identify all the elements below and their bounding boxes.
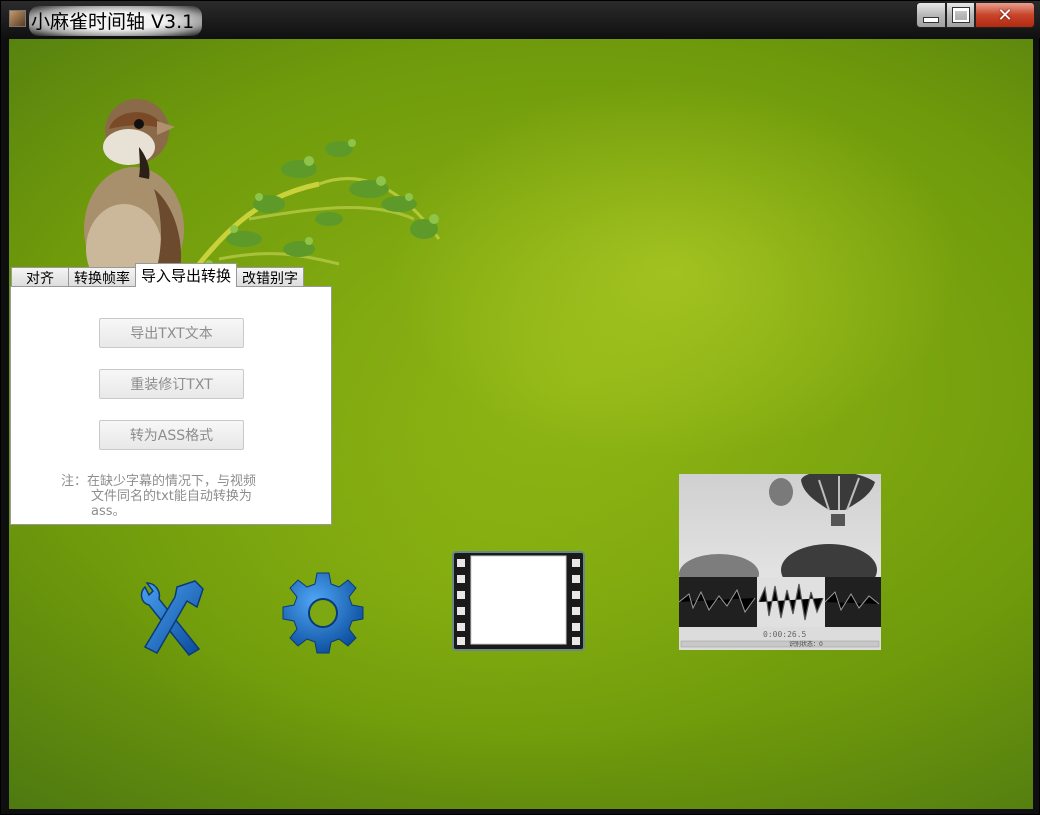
- preview-time: 0:00:26.5: [763, 630, 807, 639]
- close-button[interactable]: ✕: [975, 2, 1035, 28]
- reload-txt-button[interactable]: 重装修订TXT: [99, 369, 244, 399]
- app-icon[interactable]: [9, 10, 26, 27]
- title-bar[interactable]: 小麻雀时间轴 V3.1 ✕: [1, 1, 1040, 38]
- note-text: 注：在缺少字幕的情况下，与视频 文件同名的txt能自动转换为 ass。: [61, 474, 256, 519]
- app-window: 小麻雀时间轴 V3.1 ✕ 对齐 转换帧率 导入导出转换 改错别字 导出TXT文…: [0, 0, 1040, 815]
- tab-align[interactable]: 对齐: [11, 267, 69, 287]
- tab-import-export[interactable]: 导入导出转换: [135, 263, 238, 287]
- film-icon[interactable]: [452, 551, 585, 651]
- convert-ass-button[interactable]: 转为ASS格式: [99, 420, 244, 450]
- maximize-button[interactable]: [946, 2, 975, 28]
- gear-icon[interactable]: [279, 569, 367, 657]
- preview-status: 识别状态：0: [789, 640, 823, 648]
- tab-bar: 对齐 转换帧率 导入导出转换 改错别字: [11, 263, 305, 287]
- main-area: 对齐 转换帧率 导入导出转换 改错别字 导出TXT文本 重装修订TXT 转为AS…: [9, 39, 1033, 809]
- note-line-3: ass。: [91, 504, 126, 519]
- note-line-2: 文件同名的txt能自动转换为: [91, 489, 252, 504]
- note-line-1: 注：在缺少字幕的情况下，与视频: [61, 474, 257, 489]
- minimize-button[interactable]: [916, 2, 946, 28]
- export-txt-button[interactable]: 导出TXT文本: [99, 318, 244, 348]
- close-icon: ✕: [997, 4, 1013, 26]
- tab-panel-import-export: 导出TXT文本 重装修订TXT 转为ASS格式 注：在缺少字幕的情况下，与视频 …: [10, 286, 332, 525]
- window-controls: ✕: [916, 2, 1035, 29]
- tab-fix-typos[interactable]: 改错别字: [236, 267, 305, 287]
- window-title: 小麻雀时间轴 V3.1: [29, 6, 203, 36]
- maximize-icon: [951, 7, 970, 23]
- waveform-preview-icon[interactable]: 0:00:26.5 识别状态：0: [679, 474, 881, 650]
- tab-convert-framerate[interactable]: 转换帧率: [68, 267, 136, 287]
- minimize-icon: [923, 17, 939, 23]
- tools-icon[interactable]: [137, 579, 207, 659]
